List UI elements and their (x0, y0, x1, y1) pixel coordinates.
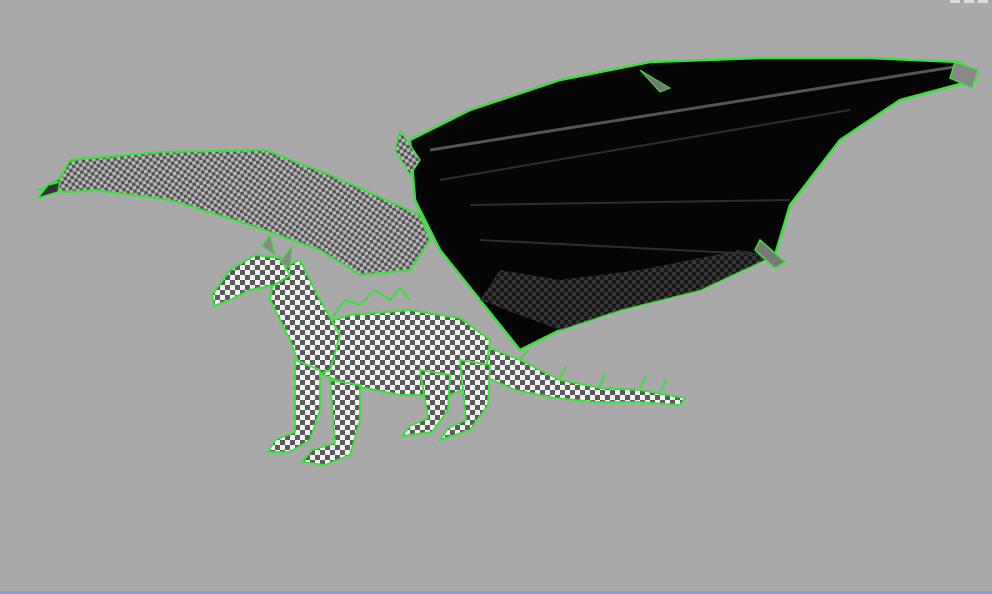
left-wing (35, 148, 432, 277)
right-wing (394, 56, 979, 352)
tail (469, 338, 687, 406)
dragon-model-icon[interactable] (0, 0, 992, 594)
neck-head (210, 233, 342, 382)
3d-viewport[interactable] (0, 0, 992, 594)
